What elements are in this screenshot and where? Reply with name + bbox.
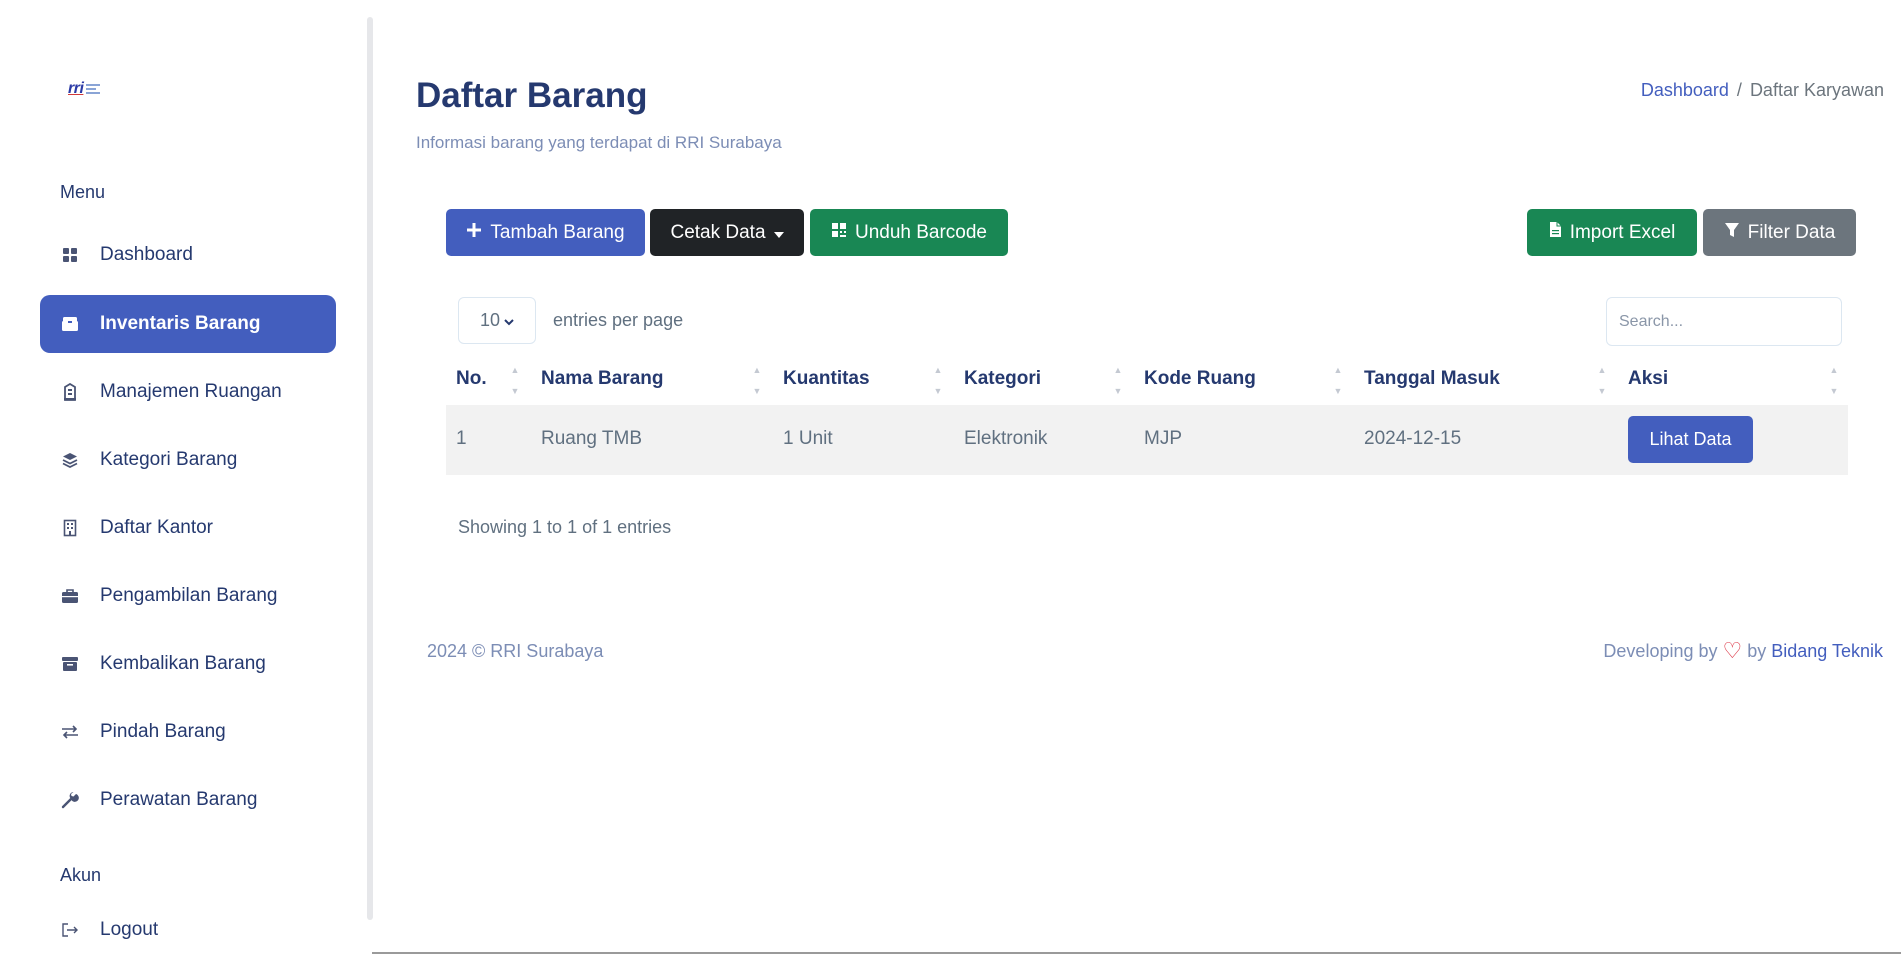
sidebar-item-label: Daftar Kantor (100, 517, 213, 538)
main-content: Daftar Barang Informasi barang yang terd… (372, 0, 1901, 954)
column-header-no[interactable]: No. (456, 368, 487, 390)
sort-icon: ▲ ▼ (510, 365, 520, 396)
footer-team-link[interactable]: Bidang Teknik (1771, 641, 1883, 662)
filter-data-button[interactable]: Filter Data (1703, 209, 1856, 256)
download-barcode-button[interactable]: Unduh Barcode (810, 209, 1008, 256)
app-frame: rri Menu Dashboard Inventaris Barang Man… (0, 0, 1901, 954)
sidebar-item-label: Dashboard (100, 244, 193, 265)
import-excel-label: Import Excel (1569, 221, 1676, 243)
barcode-icon (831, 222, 847, 244)
footer-dev-by: by (1747, 640, 1767, 661)
sidebar-item-label: Pengambilan Barang (100, 585, 278, 606)
account-title: Akun (60, 865, 102, 885)
sort-icon: ▲ ▼ (752, 365, 762, 396)
column-header-kategori[interactable]: Kategori (964, 368, 1041, 390)
sidebar-item-label: Inventaris Barang (100, 313, 261, 334)
file-icon (1549, 221, 1562, 244)
cell-no: 1 (456, 428, 467, 449)
sort-icon: ▲ ▼ (1333, 365, 1343, 396)
box-icon (60, 314, 80, 334)
sort-icon: ▲ ▼ (933, 365, 943, 396)
column-header-nama-barang[interactable]: Nama Barang (541, 368, 664, 390)
footer-dev-prefix: Developing by (1603, 640, 1718, 661)
footer-credit: Developing by ♡ by Bidang Teknik (1603, 638, 1883, 664)
entries-value: 10 (479, 310, 501, 330)
menu-title: Menu (60, 182, 106, 202)
page-title: Daftar Barang (416, 76, 648, 115)
breadcrumb-current: Daftar Karyawan (1749, 80, 1884, 100)
column-header-aksi[interactable]: Aksi (1628, 368, 1668, 390)
sidebar-item-inventaris-barang[interactable]: Inventaris Barang (40, 295, 336, 353)
sidebar-item-label: Logout (100, 919, 159, 940)
view-data-button[interactable]: Lihat Data (1628, 416, 1753, 463)
sidebar-item-pindah-barang[interactable]: Pindah Barang (40, 703, 336, 761)
sidebar-item-kategori-barang[interactable]: Kategori Barang (40, 431, 336, 489)
arrows-icon (60, 722, 80, 742)
sort-icon: ▲ ▼ (1829, 365, 1839, 396)
sidebar-item-label: Kembalikan Barang (100, 653, 266, 674)
plus-icon (466, 222, 482, 244)
sidebar-item-manajemen-ruangan[interactable]: Manajemen Ruangan (40, 363, 336, 421)
breadcrumb-dashboard-link[interactable]: Dashboard (1641, 80, 1729, 101)
sidebar-item-daftar-kantor[interactable]: Daftar Kantor (40, 499, 336, 557)
logo-mark (86, 84, 101, 94)
office-icon (60, 518, 80, 538)
cell-kategori: Elektronik (964, 428, 1048, 449)
chevron-down-icon (504, 310, 514, 331)
cell-kuantitas: 1 Unit (783, 428, 833, 449)
table-info: Showing 1 to 1 of 1 entries (458, 517, 672, 537)
logout-icon (60, 920, 80, 940)
archive-icon (60, 654, 80, 674)
wrench-icon (60, 790, 80, 810)
cell-tanggal-masuk: 2024-12-15 (1364, 428, 1462, 449)
cell-nama-barang: Ruang TMB (541, 428, 643, 449)
column-header-tanggal-masuk[interactable]: Tanggal Masuk (1364, 368, 1500, 390)
column-header-kuantitas[interactable]: Kuantitas (783, 368, 870, 390)
caret-down-icon (773, 222, 784, 244)
add-item-label: Tambah Barang (490, 221, 625, 243)
sidebar-item-pengambilan-barang[interactable]: Pengambilan Barang (40, 567, 336, 625)
sidebar-item-dashboard[interactable]: Dashboard (40, 226, 336, 284)
download-barcode-label: Unduh Barcode (854, 221, 988, 243)
column-header-kode-ruang[interactable]: Kode Ruang (1144, 368, 1256, 390)
import-excel-button[interactable]: Import Excel (1527, 209, 1697, 256)
print-data-label: Cetak Data (670, 221, 766, 243)
building-icon (60, 382, 80, 402)
sidebar-item-label: Kategori Barang (100, 449, 238, 470)
sidebar-item-label: Perawatan Barang (100, 789, 258, 810)
page-subtitle: Informasi barang yang terdapat di RRI Su… (416, 133, 782, 152)
logo-text: rri (68, 80, 84, 97)
filter-data-label: Filter Data (1747, 221, 1836, 243)
sidebar-item-label: Pindah Barang (100, 721, 226, 742)
add-item-button[interactable]: Tambah Barang (446, 209, 645, 256)
print-data-dropdown[interactable]: Cetak Data (650, 209, 804, 256)
footer-copyright: 2024 © RRI Surabaya (427, 641, 604, 661)
sidebar: rri Menu Dashboard Inventaris Barang Man… (0, 0, 373, 954)
entries-label: entries per page (553, 310, 684, 330)
cell-kode-ruang: MJP (1144, 428, 1182, 449)
briefcase-icon (60, 586, 80, 606)
search-input[interactable] (1606, 297, 1842, 346)
breadcrumb: Dashboard / Daftar Karyawan (1641, 80, 1884, 101)
heart-icon: ♡ (1722, 638, 1743, 663)
sidebar-item-logout[interactable]: Logout (40, 910, 336, 950)
grid-icon (60, 245, 80, 265)
stack-icon (60, 450, 80, 470)
entries-per-page-select[interactable]: 10 (458, 297, 536, 344)
logo[interactable]: rri (68, 80, 101, 98)
filter-icon (1724, 222, 1740, 244)
sidebar-item-kembalikan-barang[interactable]: Kembalikan Barang (40, 635, 336, 693)
sidebar-item-perawatan-barang[interactable]: Perawatan Barang (40, 771, 336, 829)
sort-icon: ▲ ▼ (1597, 365, 1607, 396)
breadcrumb-separator: / (1736, 80, 1742, 100)
sidebar-item-label: Manajemen Ruangan (100, 381, 282, 402)
sort-icon: ▲ ▼ (1113, 365, 1123, 396)
